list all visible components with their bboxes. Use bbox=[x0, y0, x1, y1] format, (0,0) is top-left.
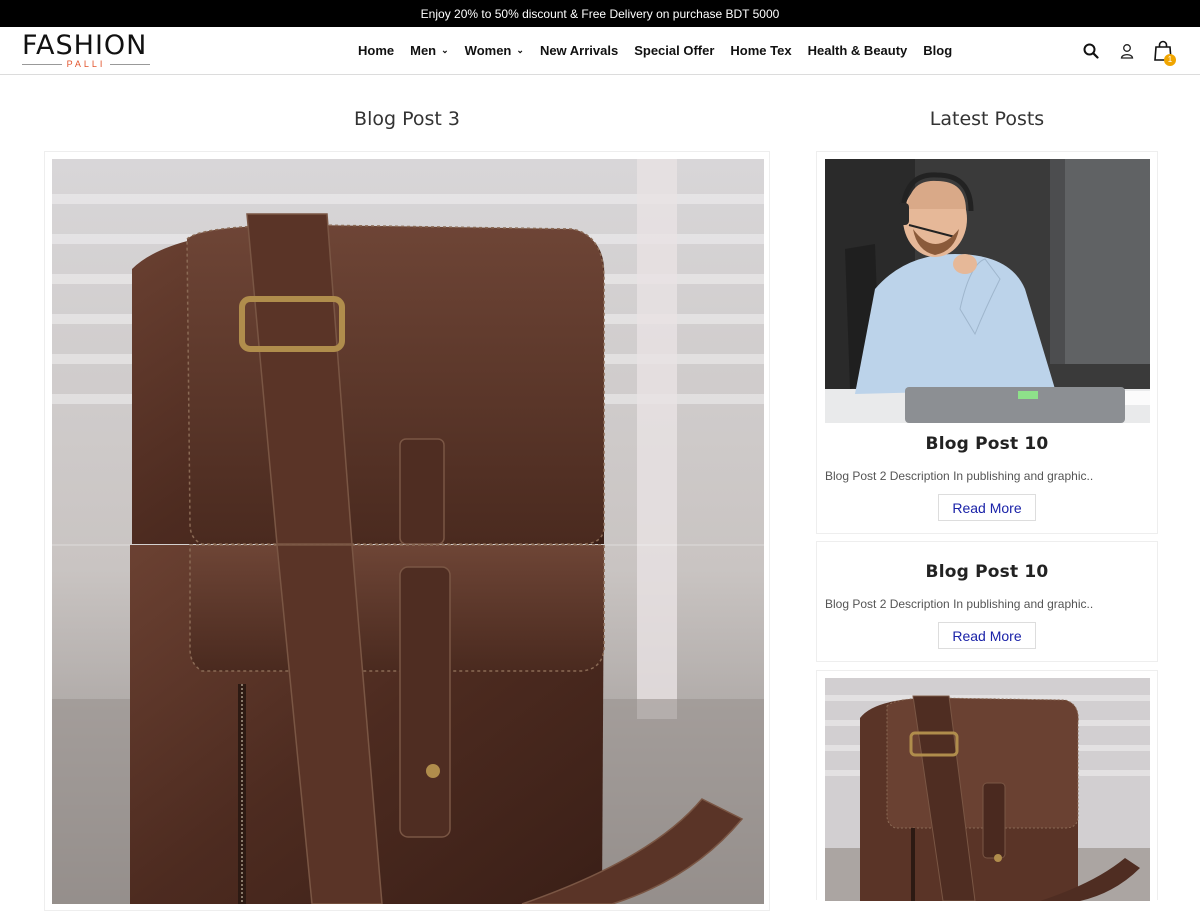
menu-item-blog[interactable]: Blog bbox=[923, 43, 952, 58]
menu-item-label: Blog bbox=[923, 43, 953, 58]
page-title: Blog Post 3 bbox=[354, 108, 460, 130]
latest-post-description: Blog Post 2 Description In publishing an… bbox=[825, 469, 1094, 483]
menu-item-label: Health & Beauty bbox=[807, 43, 908, 58]
menu-item-home[interactable]: Home bbox=[358, 43, 394, 58]
latest-post-image bbox=[825, 678, 1150, 901]
menu-item-label: Women bbox=[464, 43, 512, 58]
menu-item-women[interactable]: Women ⌄ bbox=[465, 43, 524, 58]
menu-item-label: New Arrivals bbox=[539, 43, 619, 58]
latest-post-description: Blog Post 2 Description In publishing an… bbox=[825, 597, 1094, 611]
user-icon[interactable] bbox=[1116, 40, 1138, 62]
latest-post-image bbox=[825, 547, 1150, 551]
blog-post-card bbox=[44, 151, 770, 911]
latest-post-card bbox=[816, 670, 1158, 901]
announcement-bar: Enjoy 20% to 50% discount & Free Deliver… bbox=[0, 0, 1200, 27]
latest-post-image bbox=[825, 159, 1150, 423]
blog-post-image bbox=[52, 159, 764, 904]
menu-item-label: Special Offer bbox=[634, 43, 715, 58]
read-more-button[interactable]: Read More bbox=[938, 494, 1036, 521]
search-icon[interactable] bbox=[1080, 40, 1102, 62]
menu-item-home-tex[interactable]: Home Tex bbox=[730, 43, 791, 58]
chevron-down-icon: ⌄ bbox=[516, 45, 524, 55]
main-menu: Home Men ⌄ Women ⌄ New Arrivals Special Of… bbox=[350, 27, 960, 74]
announcement-text: Enjoy 20% to 50% discount & Free Deliver… bbox=[420, 6, 780, 21]
menu-item-health-beauty[interactable]: Health & Beauty bbox=[808, 43, 908, 58]
chevron-down-icon: ⌄ bbox=[441, 45, 449, 55]
menu-item-label: Men bbox=[410, 43, 437, 58]
sidebar-title: Latest Posts bbox=[929, 108, 1045, 130]
menu-item-new-arrivals[interactable]: New Arrivals bbox=[540, 43, 618, 58]
navbar: FASHION PALLI Home Men ⌄ Women ⌄ New Arriv… bbox=[0, 27, 1200, 75]
cart-icon[interactable]: 1 bbox=[1152, 40, 1176, 66]
cart-count-badge: 1 bbox=[1164, 53, 1176, 66]
menu-item-label: Home Tex bbox=[730, 43, 792, 58]
latest-post-card: Blog Post 10 Blog Post 2 Description In … bbox=[816, 541, 1158, 662]
logo-divider bbox=[110, 64, 150, 65]
latest-post-title: Blog Post 10 bbox=[925, 562, 1049, 582]
logo[interactable]: FASHION PALLI bbox=[22, 31, 152, 71]
logo-text: FASHION bbox=[22, 30, 148, 61]
latest-post-card: Blog Post 10 Blog Post 2 Description In … bbox=[816, 151, 1158, 534]
latest-post-title: Blog Post 10 bbox=[925, 434, 1049, 454]
menu-item-special-offer[interactable]: Special Offer bbox=[634, 43, 714, 58]
nav-icons: 1 bbox=[1066, 27, 1176, 74]
menu-item-label: Home bbox=[358, 43, 395, 58]
menu-item-men[interactable]: Men ⌄ bbox=[410, 43, 449, 58]
read-more-button[interactable]: Read More bbox=[938, 622, 1036, 649]
